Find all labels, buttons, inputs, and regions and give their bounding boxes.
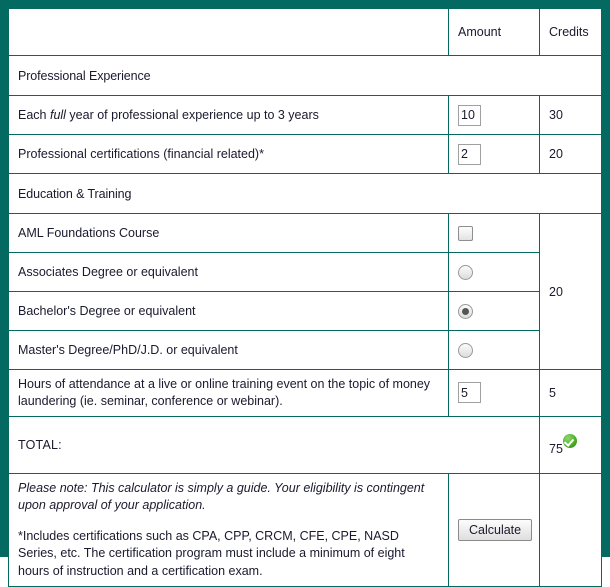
- total-value: 75: [549, 441, 563, 456]
- note-eligibility-guide: Please note: This calculator is simply a…: [18, 480, 425, 513]
- section-title-professional-experience: Professional Experience: [8, 55, 602, 96]
- radio-masters-degree[interactable]: [458, 342, 473, 358]
- row-label-training-hours: Hours of attendance at a live or online …: [8, 369, 449, 417]
- amount-cell-bachelors-degree: [448, 291, 540, 331]
- eligibility-calculator-table: Amount Credits Professional Experience E…: [8, 8, 602, 587]
- amount-cell-associates-degree: [448, 252, 540, 292]
- header-amount: Amount: [448, 8, 540, 56]
- total-value-cell: 75: [539, 415, 602, 474]
- footer-blank-cell: [539, 472, 602, 587]
- label-text-part-1: Each: [18, 107, 50, 122]
- table-row: Associates Degree or equivalent: [8, 252, 602, 292]
- calculate-button-cell: Calculate: [448, 472, 540, 587]
- table-row: Master's Degree/PhD/J.D. or equivalent: [8, 330, 602, 370]
- table-row: AML Foundations Course 20: [8, 213, 602, 370]
- row-label-certifications: Professional certifications (financial r…: [8, 134, 449, 174]
- table-row: Each full year of professional experienc…: [8, 95, 602, 135]
- label-text-part-2: year of professional experience up to 3 …: [65, 107, 319, 122]
- calculator-frame: Amount Credits Professional Experience E…: [0, 0, 610, 587]
- label-text-italic: full: [49, 107, 66, 122]
- amount-cell-aml-foundations: [448, 213, 540, 253]
- credits-cell-certifications: 20: [539, 134, 602, 174]
- radio-associates-degree[interactable]: [458, 264, 473, 280]
- credits-cell-education-group: 20: [539, 213, 602, 370]
- row-label-aml-foundations: AML Foundations Course: [8, 213, 449, 253]
- table-header-row: Amount Credits: [8, 8, 602, 56]
- disclaimer-note: Please note: This calculator is simply a…: [8, 472, 449, 587]
- row-label-bachelors-degree: Bachelor's Degree or equivalent: [8, 291, 449, 331]
- table-row: Professional certifications (financial r…: [8, 134, 602, 174]
- footer-row: Please note: This calculator is simply a…: [8, 472, 602, 587]
- table-row: Bachelor's Degree or equivalent: [8, 291, 602, 331]
- credits-cell-training-hours: 5: [539, 369, 602, 417]
- header-blank-cell: [8, 8, 449, 56]
- amount-input-certifications[interactable]: [458, 143, 481, 165]
- radio-bachelors-degree[interactable]: [458, 303, 473, 319]
- amount-input-training-hours[interactable]: [458, 382, 481, 404]
- section-title-education-training: Education & Training: [8, 173, 602, 214]
- amount-cell-years-experience: [448, 95, 540, 135]
- table-row: Hours of attendance at a live or online …: [8, 369, 602, 417]
- header-credits: Credits: [539, 8, 602, 56]
- row-label-associates-degree: Associates Degree or equivalent: [8, 252, 449, 292]
- amount-cell-training-hours: [448, 369, 540, 417]
- total-label: TOTAL:: [8, 415, 540, 474]
- row-label-masters-degree: Master's Degree/PhD/J.D. or equivalent: [8, 330, 449, 370]
- amount-input-years-experience[interactable]: [458, 104, 481, 126]
- credits-cell-years-experience: 30: [539, 95, 602, 135]
- total-row: TOTAL: 75: [8, 415, 602, 474]
- calculate-button[interactable]: Calculate: [458, 519, 533, 541]
- amount-cell-masters-degree: [448, 330, 540, 370]
- note-certifications-detail: *Includes certifications such as CPA, CP…: [18, 528, 405, 578]
- check-circle-icon: [562, 433, 577, 448]
- amount-cell-certifications: [448, 134, 540, 174]
- checkbox-aml-foundations[interactable]: [458, 225, 473, 241]
- section-header-row-professional-experience: Professional Experience: [8, 55, 602, 96]
- section-header-row-education-training: Education & Training: [8, 173, 602, 214]
- row-label-years-experience: Each full year of professional experienc…: [8, 95, 449, 135]
